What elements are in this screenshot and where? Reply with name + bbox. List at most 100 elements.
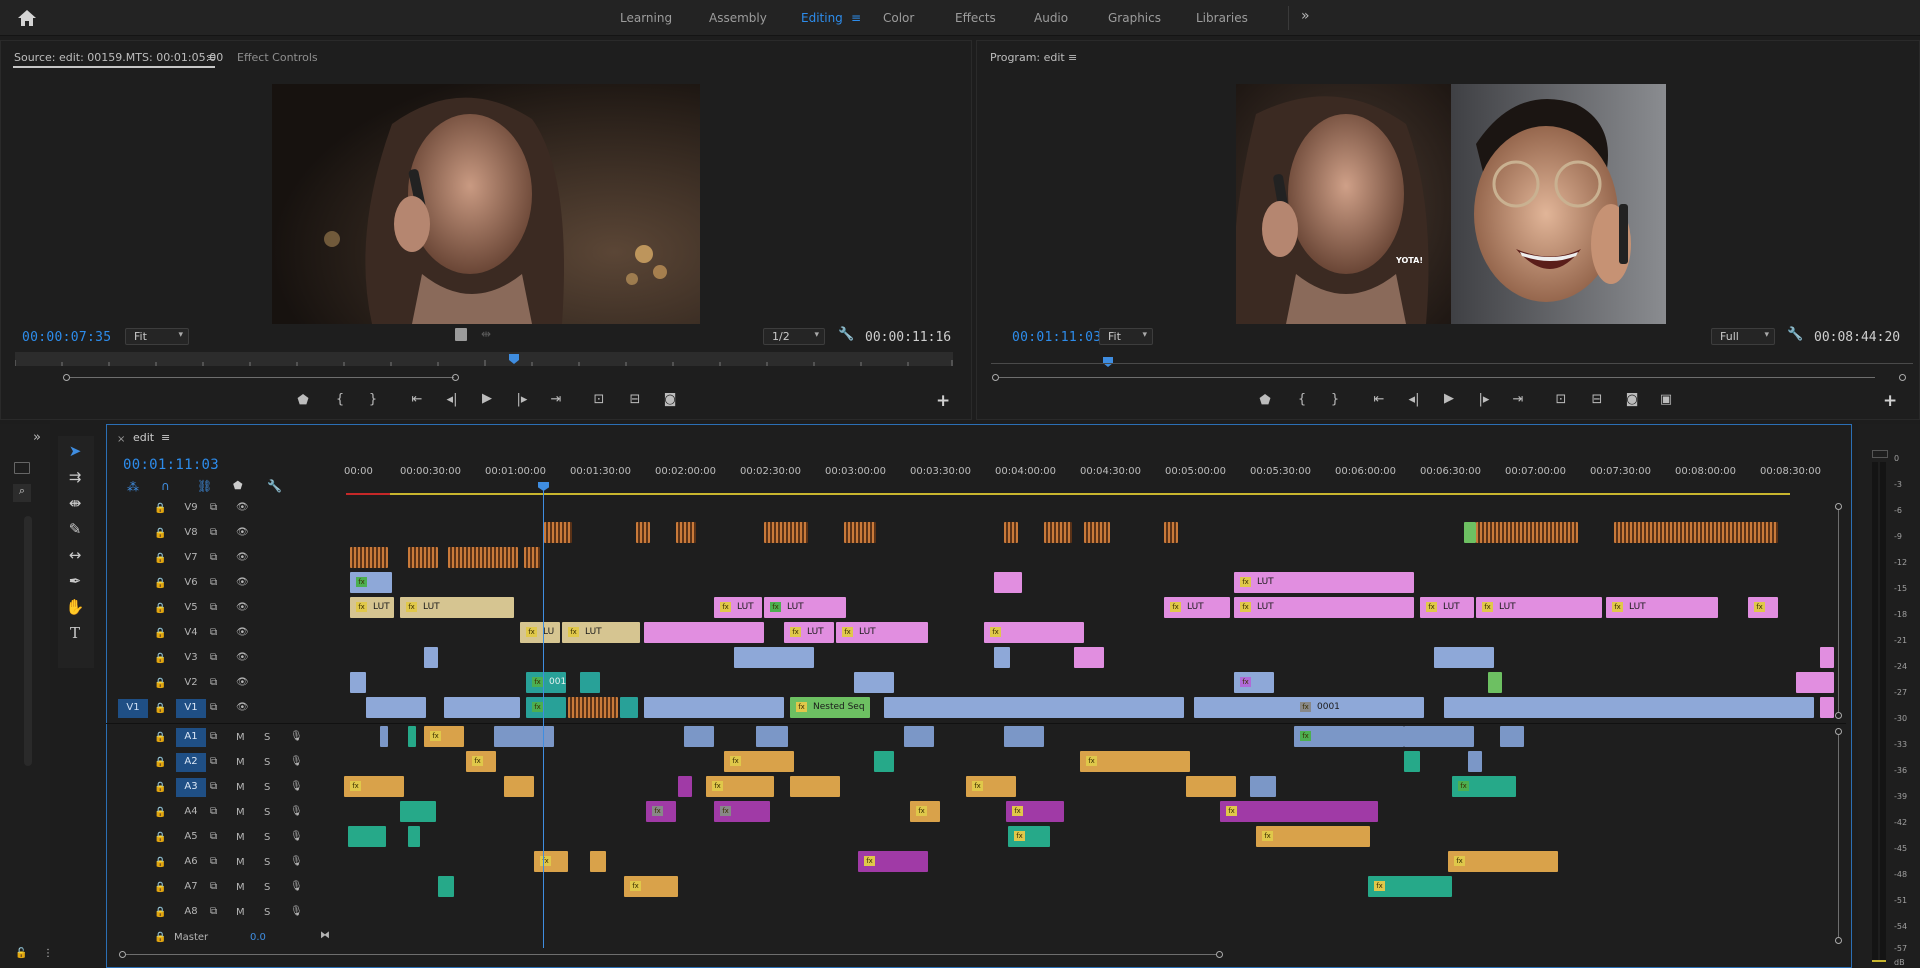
audio-clip[interactable] [1250,776,1276,797]
audio-clip[interactable]: fx [706,776,774,797]
sync-lock-icon[interactable]: ⧉ [210,602,217,613]
adjustment-clip[interactable]: fx LUT [784,622,834,643]
adjustment-clip[interactable]: fx LUT [562,622,640,643]
audio-clip[interactable] [874,751,894,772]
solo-button[interactable]: S [264,832,270,843]
video-clip[interactable] [580,672,600,693]
workspace-menu-icon[interactable]: ≡ [851,11,861,25]
slip-tool-icon[interactable]: ↔ [62,546,88,568]
sync-lock-icon[interactable]: ⧉ [210,731,217,742]
mark-in-icon[interactable]: { [330,392,350,407]
track-label[interactable]: V7 [176,549,206,568]
mute-button[interactable]: M [236,757,245,768]
search-icon[interactable]: ⌕ [13,484,31,502]
panel-menu-icon[interactable]: ≡ [1068,51,1077,64]
audio-clip[interactable]: fx [1008,826,1050,847]
lock-icon[interactable]: 🔒 [154,528,166,539]
timeline-tracks-area[interactable]: fx fx LUT fx LUT fx LUT fx LUT fx LUT fx LUT f… [344,486,1834,948]
lock-icon[interactable]: 🔒 [154,553,166,564]
pen-tool-icon[interactable]: ✒ [62,572,88,594]
video-clip[interactable] [854,672,894,693]
step-back-icon[interactable]: ◂| [1404,392,1424,407]
source-time-ruler[interactable] [14,352,953,366]
audio-vertical-scrollbar[interactable] [1838,735,1839,937]
workspace-editing[interactable]: Editing [801,11,843,25]
nest-toggle-icon[interactable]: ⁂ [127,480,139,494]
adjustment-clip[interactable] [994,572,1022,593]
video-clip[interactable]: fx 0001 [1294,697,1404,718]
video-clip[interactable] [994,647,1010,668]
sync-lock-icon[interactable]: ⧉ [210,627,217,638]
lock-icon[interactable]: 🔒 [154,578,166,589]
track-label[interactable]: V9 [176,499,206,518]
solo-button[interactable]: S [264,882,270,893]
lock-icon[interactable]: 🔒 [154,757,166,768]
video-clip[interactable]: fx 001 [526,672,566,693]
audio-clip[interactable]: fx [466,751,496,772]
eye-icon[interactable]: 👁 [236,502,249,513]
adjustment-clip[interactable]: fx LUT [1234,597,1414,618]
solo-button[interactable]: S [264,782,270,793]
audio-clip[interactable]: fx [1452,776,1516,797]
track-select-tool-icon[interactable]: ⇉ [62,468,88,490]
zoom-handle-left[interactable] [992,374,999,381]
adjustment-clip[interactable]: fx LUT [400,597,514,618]
lock-icon[interactable]: 🔒 [154,703,166,714]
eye-icon[interactable]: 👁 [236,602,249,613]
track-label[interactable]: V3 [176,649,206,668]
audio-clip[interactable] [408,826,420,847]
adjustment-clip[interactable]: fx LUT [1234,572,1414,593]
audio-clip[interactable]: fx [1448,851,1558,872]
audio-clip[interactable]: fx [1006,801,1064,822]
sync-lock-icon[interactable]: ⧉ [210,756,217,767]
audio-clip[interactable] [790,776,840,797]
audio-clip[interactable]: fx [1368,876,1452,897]
adjustment-clip[interactable] [1820,647,1834,668]
add-marker-icon[interactable]: ⬟ [1255,393,1275,408]
selection-tool-icon[interactable]: ➤ [62,442,88,464]
track-label[interactable]: V8 [176,524,206,543]
track-label[interactable]: A6 [176,853,206,872]
nested-sequence-clip[interactable]: fx Nested Seq [790,697,870,718]
source-zoom-dropdown[interactable]: Fit ▾ [125,328,189,345]
mute-button[interactable]: M [236,857,245,868]
workspace-overflow-button[interactable]: » [1301,8,1310,24]
add-marker-icon[interactable]: ⬟ [233,479,243,492]
lock-icon[interactable]: 🔒 [154,782,166,793]
program-resolution-dropdown[interactable]: Full ▾ [1711,328,1775,345]
audio-clip[interactable]: fx [424,726,464,747]
track-label[interactable]: A8 [176,903,206,922]
zoom-handle-right[interactable] [452,374,459,381]
audio-clip[interactable] [400,801,436,822]
button-editor-icon[interactable]: + [936,391,950,411]
timeline-settings-icon[interactable]: 🔧 [267,479,282,493]
source-video-frame[interactable] [272,84,700,324]
video-clip[interactable]: fx [526,697,566,718]
microphone-icon[interactable]: 🎙 [290,731,303,742]
audio-clip[interactable] [1186,776,1236,797]
video-clip[interactable]: fx [350,572,392,593]
mark-in-icon[interactable]: { [1292,392,1312,407]
video-clip[interactable] [1434,647,1494,668]
eye-icon[interactable]: 👁 [236,577,249,588]
mute-button[interactable]: M [236,907,245,918]
lock-icon[interactable]: 🔒 [154,882,166,893]
program-monitor-tab[interactable]: Program: edit [990,51,1065,64]
source-monitor-tab[interactable]: Source: edit: 00159.MTS: 00:01:05:00 [14,51,223,64]
video-clip[interactable] [544,522,572,543]
home-icon[interactable] [16,8,38,28]
source-patch-v1[interactable]: V1 [118,699,148,718]
workspace-effects[interactable]: Effects [955,11,996,25]
track-label[interactable]: V6 [176,574,206,593]
video-clip[interactable] [1084,522,1110,543]
audio-clip[interactable] [678,776,692,797]
zoom-handle-left[interactable] [63,374,70,381]
audio-clip[interactable] [1404,726,1474,747]
microphone-icon[interactable]: 🎙 [290,756,303,767]
adjustment-clip[interactable] [1820,697,1834,718]
step-forward-icon[interactable]: |▸ [1474,392,1494,407]
video-clip[interactable] [1004,522,1018,543]
audio-clip[interactable]: fx [1220,801,1378,822]
lock-icon[interactable]: 🔒 [154,653,166,664]
solo-button[interactable]: S [264,732,270,743]
